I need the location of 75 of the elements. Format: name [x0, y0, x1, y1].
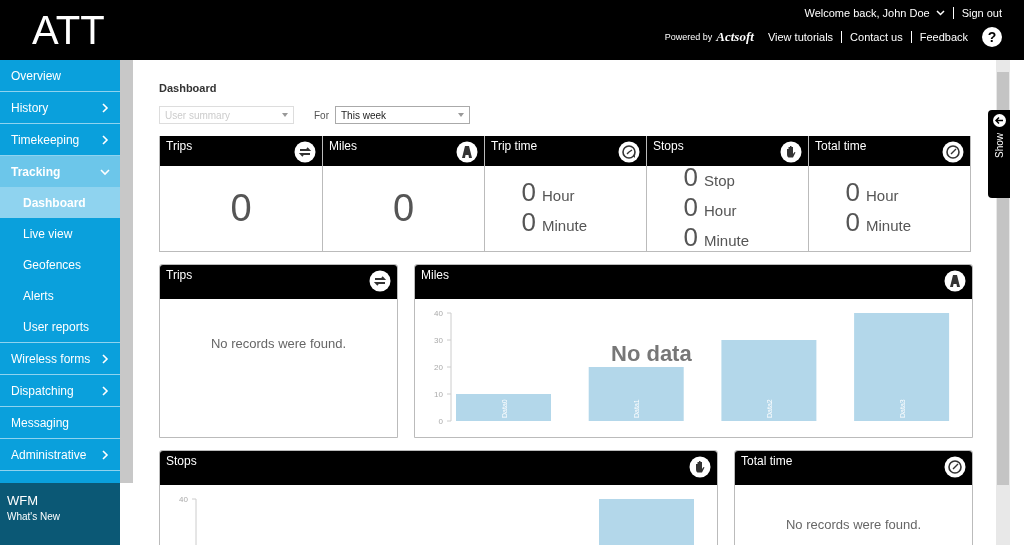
page-title: Dashboard [159, 82, 218, 94]
empty-message: No records were found. [784, 516, 923, 532]
y-axis [191, 498, 197, 545]
sidebar-footer[interactable]: WFM What's New [0, 483, 120, 545]
dropdown[interactable]: This week [335, 106, 470, 124]
panel-title: Trips [166, 268, 193, 284]
card-title: Total time [815, 139, 867, 155]
card-title: Trips [166, 139, 193, 155]
sign-out-link[interactable]: Sign out [961, 7, 1002, 19]
axis-tick-label: 40 [434, 309, 443, 318]
sidebar-subitem[interactable]: Live view [0, 218, 120, 249]
card-title: Stops [653, 139, 684, 155]
brand-logo: Actsoft [716, 29, 754, 45]
clock-icon [944, 456, 966, 478]
card-title: Miles [329, 139, 357, 155]
stat-unit: Minute [865, 215, 911, 236]
repeat-icon [369, 270, 391, 292]
header-link[interactable]: Contact us [850, 31, 903, 43]
stat-value: 0 [683, 193, 698, 220]
footer-title: WFM [7, 493, 40, 508]
sidebar-subitem[interactable]: User reports [0, 311, 120, 342]
axis-tick-label: 10 [434, 390, 443, 399]
stat-unit: Minute [541, 215, 587, 236]
stat-unit: Hour [541, 185, 575, 206]
empty-message: No records were found. [209, 335, 348, 351]
powered-by-label: Powered by [664, 32, 713, 42]
stat-value: 0 [521, 178, 536, 205]
scrollbar[interactable] [120, 60, 133, 483]
footer-subtitle: What's New [7, 511, 62, 522]
stat-value: 0 [230, 187, 252, 230]
clock-icon [618, 141, 640, 163]
stat-value: 0 [683, 163, 698, 190]
chevron-right-icon [100, 353, 110, 364]
stat-value: 0 [521, 208, 536, 235]
chevron-down-icon [100, 166, 110, 177]
chevron-down-icon [935, 10, 945, 16]
road-icon [944, 270, 966, 292]
chevron-right-icon [100, 449, 110, 460]
axis-tick-label: 30 [434, 336, 443, 345]
stat-value: 0 [845, 208, 860, 235]
repeat-icon [294, 141, 316, 163]
stat-value: 0 [392, 187, 415, 230]
card-title: Trip time [491, 139, 538, 155]
stat-unit: Minute [703, 230, 749, 251]
axis-tick-label: 20 [434, 363, 443, 372]
header-link[interactable]: Feedback [919, 31, 968, 43]
chevron-right-icon [100, 102, 110, 113]
axis-tick-label: 40 [179, 495, 188, 504]
header-link[interactable]: View tutorials [767, 31, 834, 43]
hand-icon [689, 456, 711, 478]
no-data-label: No data [611, 341, 692, 367]
sidebar-subitem[interactable]: Dashboard [0, 187, 120, 218]
panel-title: Total time [741, 454, 793, 470]
panel-title: Stops [166, 454, 197, 470]
logo: ATT [31, 7, 105, 54]
for-label: For [314, 109, 329, 121]
stat-unit: Stop [703, 170, 735, 191]
stat-unit: Hour [865, 185, 899, 206]
sidebar-item[interactable]: Tracking [0, 156, 120, 187]
chevron-right-icon [100, 134, 110, 145]
stat-value: 0 [845, 178, 860, 205]
stat-value: 0 [683, 223, 698, 250]
road-icon [456, 141, 478, 163]
chevron-right-icon [100, 385, 110, 396]
clock-icon [942, 141, 964, 163]
arrow-left-icon [992, 114, 1006, 127]
help-button[interactable]: ? [982, 27, 1002, 47]
user-menu[interactable]: Welcome back, John Doe [804, 7, 930, 19]
axis-tick-label: 0 [438, 417, 443, 426]
sidebar-subitem[interactable]: Alerts [0, 280, 120, 311]
hand-icon [780, 141, 802, 163]
panel-title: Miles [421, 268, 449, 284]
stat-unit: Hour [703, 200, 737, 221]
sidebar-subitem[interactable]: Geofences [0, 249, 120, 280]
show-tab[interactable]: Show [988, 110, 1010, 198]
